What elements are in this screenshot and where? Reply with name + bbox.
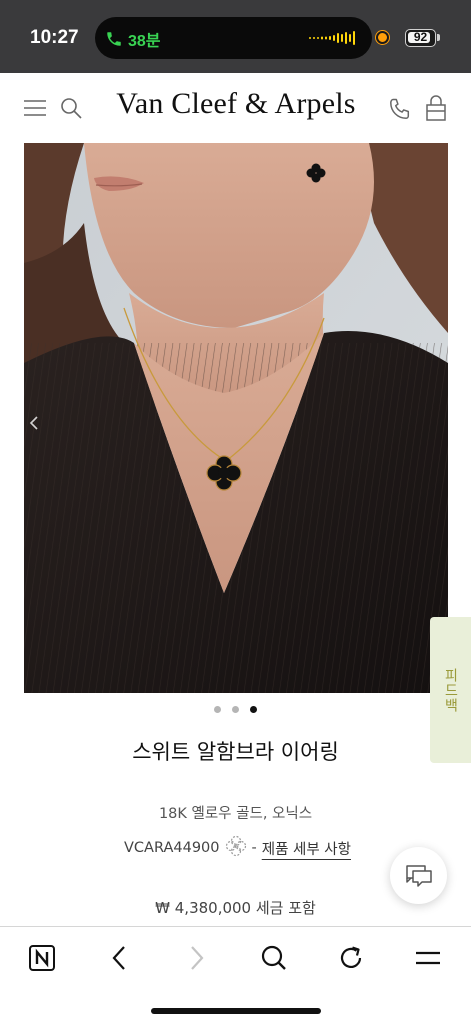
battery-icon: 92 [405, 29, 436, 47]
search-icon[interactable] [58, 95, 84, 121]
carousel-dot[interactable] [232, 706, 239, 713]
carousel-dot[interactable] [214, 706, 221, 713]
status-bar: 10:27 38분 92 [0, 0, 471, 73]
shopping-bag-icon[interactable] [422, 93, 450, 123]
dynamic-island[interactable]: 38분 [95, 17, 372, 59]
clover-icon [225, 835, 247, 861]
product-price: ₩ 4,380,000 세금 포함 [155, 899, 316, 917]
phone-icon[interactable] [386, 95, 414, 123]
back-icon[interactable] [101, 941, 137, 975]
battery-level: 92 [413, 30, 428, 44]
product-title: 스위트 알함브라 이어링 [132, 740, 339, 764]
product-material: 18K 옐로우 골드, 오닉스 [158, 806, 313, 822]
phone-call-icon [105, 30, 123, 48]
chevron-left-icon[interactable] [26, 410, 42, 436]
chat-button[interactable] [390, 847, 447, 904]
recording-indicator-dot [376, 31, 389, 44]
carousel-dots [0, 706, 471, 713]
product-image[interactable] [24, 143, 448, 693]
menu-icon[interactable] [22, 95, 48, 121]
call-indicator[interactable]: 38분 [105, 27, 161, 51]
site-header: Van Cleef & Arpels [0, 73, 471, 143]
product-reference-row: VCARA44900 - 제품 세부 사항 [124, 835, 351, 861]
call-duration: 38분 [128, 33, 161, 50]
menu-icon[interactable] [410, 941, 446, 975]
status-time: 10:27 [30, 27, 79, 48]
chat-bubbles-icon [405, 864, 432, 887]
battery-terminal [437, 34, 440, 41]
naver-home-icon[interactable] [24, 941, 60, 975]
carousel-dot[interactable] [250, 706, 257, 713]
home-indicator [151, 1008, 321, 1014]
search-icon[interactable] [256, 941, 292, 975]
reload-icon[interactable] [333, 941, 369, 975]
product-reference: VCARA44900 [124, 840, 220, 856]
reference-separator: - [251, 840, 257, 856]
audio-waveform-icon [309, 31, 355, 45]
forward-icon[interactable] [179, 941, 215, 975]
brand-logo[interactable]: Van Cleef & Arpels [110, 87, 362, 121]
product-details-link[interactable]: 제품 세부 사항 [262, 838, 351, 859]
